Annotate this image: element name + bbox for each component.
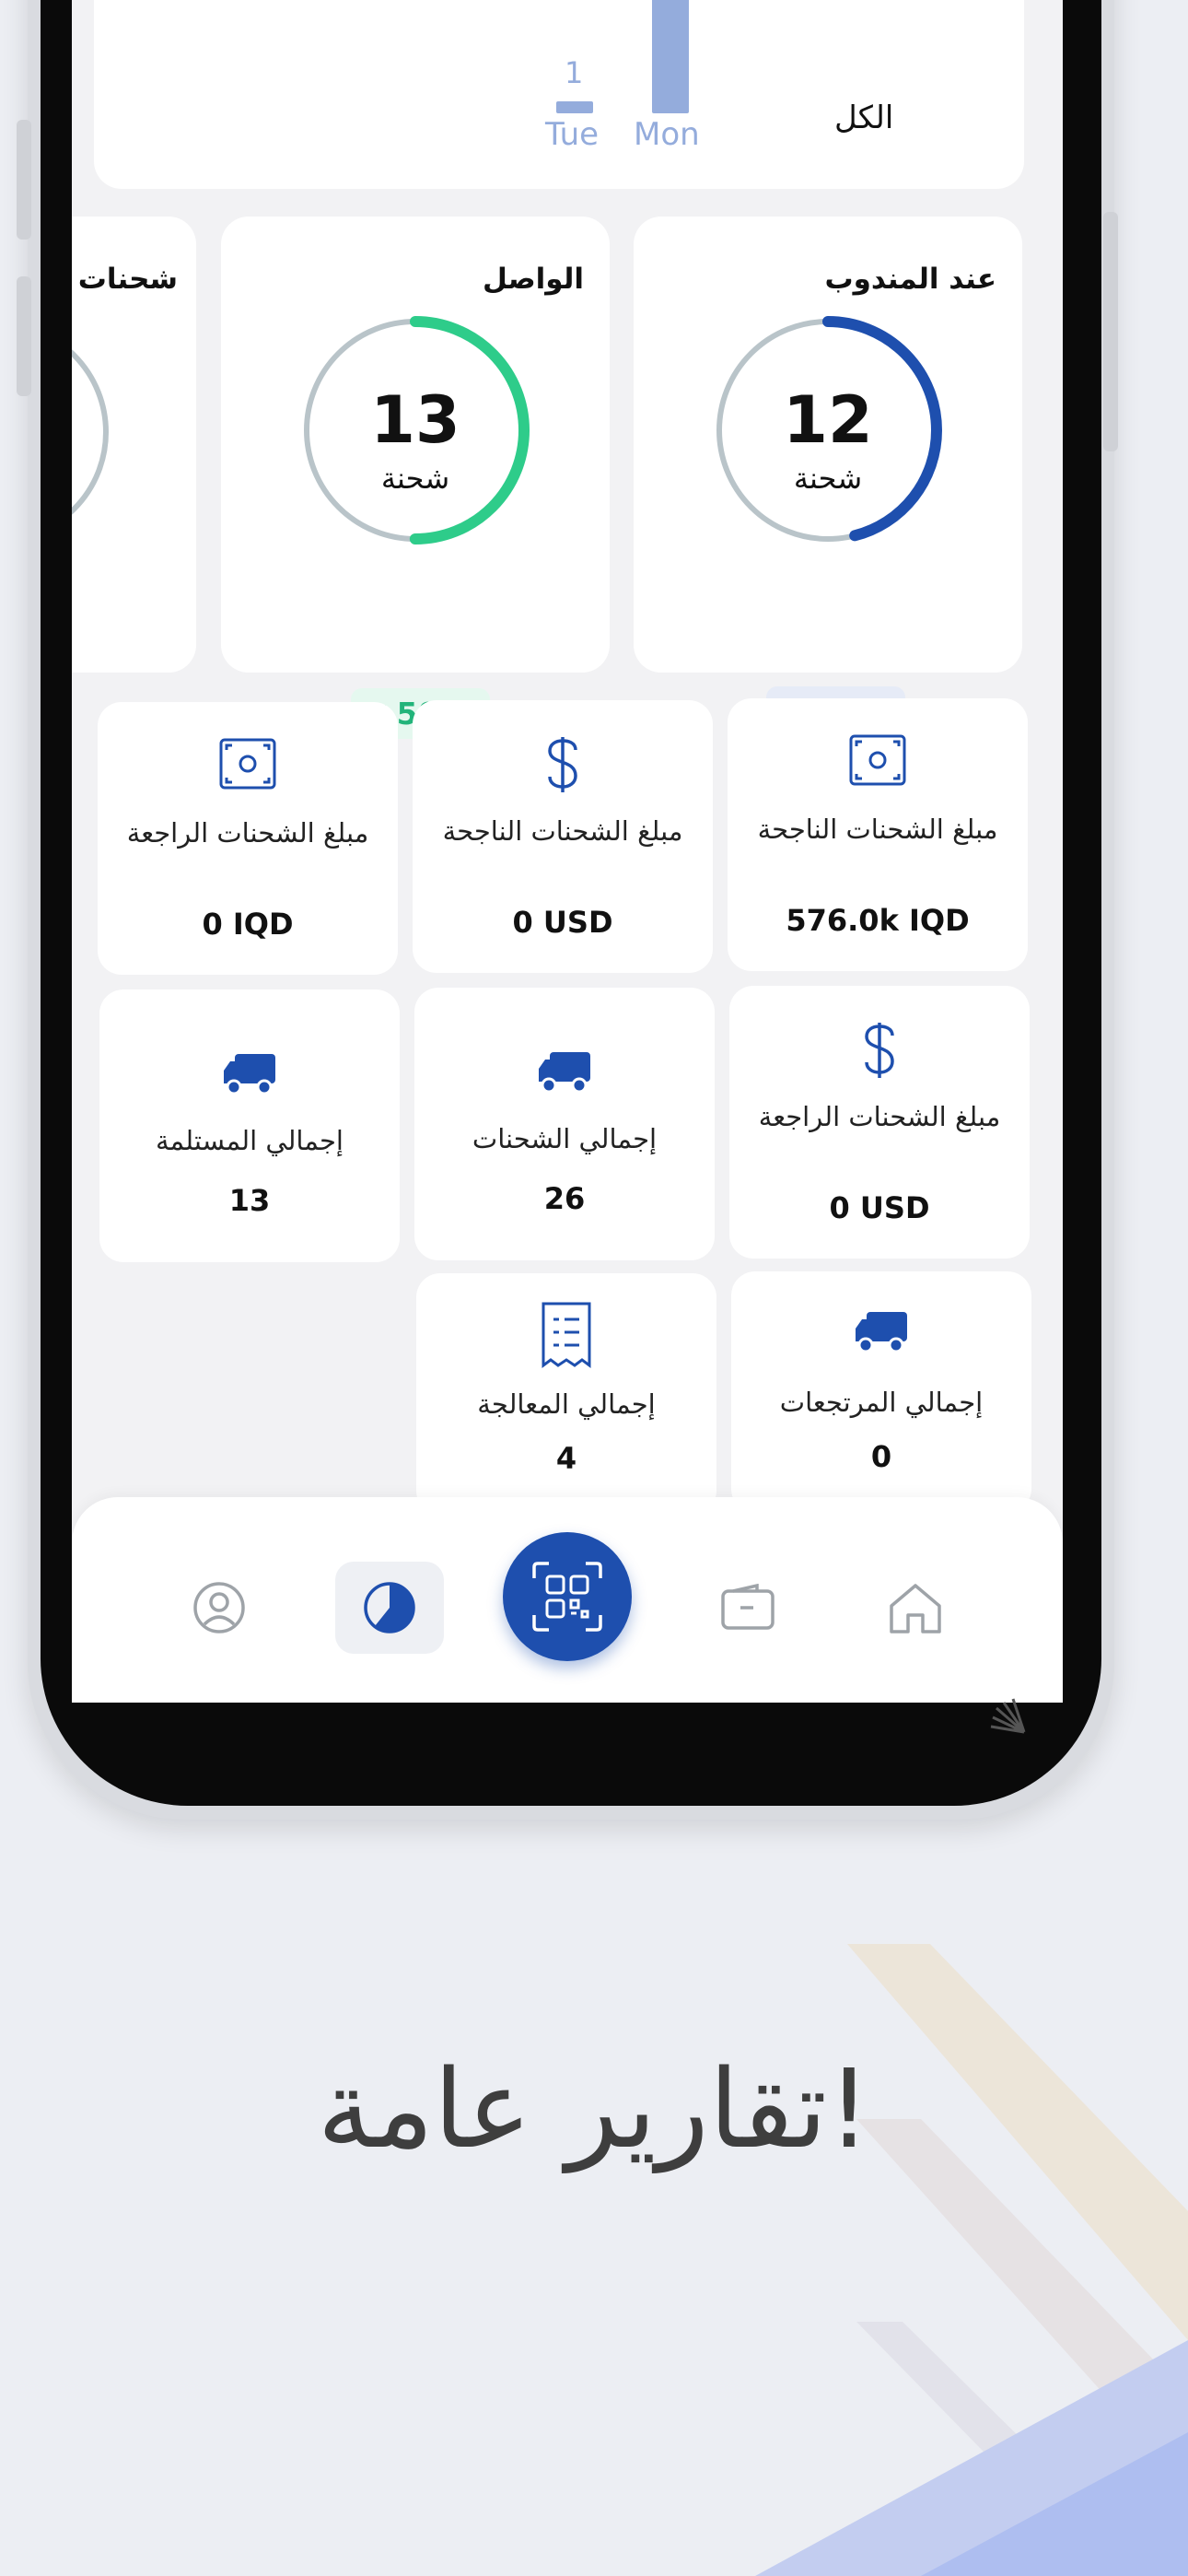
stat-value: 0 USD (512, 905, 613, 940)
truck-icon (414, 1050, 715, 1107)
stat-value: 13 (228, 1183, 271, 1218)
chart-filter-all[interactable]: الكل (834, 100, 893, 136)
stat-value: 0 (870, 1439, 892, 1474)
cash-icon (98, 737, 398, 794)
nav-wallet[interactable] (702, 1562, 794, 1654)
stat-card-total-returns[interactable]: إجمالي المرتجعات 0 (731, 1271, 1031, 1513)
wallet-icon (721, 1584, 775, 1630)
receipt-icon (416, 1301, 716, 1368)
chart-label-mon: Mon (634, 116, 700, 153)
progress-ring (72, 349, 109, 515)
chart-label-tue: Tue (545, 116, 600, 153)
stat-value: 576.0k IQD (786, 903, 970, 938)
phone-side-button (17, 276, 31, 396)
page-headline: تقارير عامة! (317, 2045, 871, 2172)
ring-unit: شحنة (793, 461, 863, 496)
ring-unit: شحنة (380, 461, 450, 496)
stat-value: 0 USD (829, 1190, 930, 1225)
signal-icon (990, 1698, 1026, 1734)
stat-value: 26 (543, 1181, 586, 1216)
stat-card-returned-iqd[interactable]: مبلغ الشحنات الراجعة 0 IQD (98, 702, 398, 975)
stat-label: مبلغ الشحنات الراجعة (758, 1101, 1001, 1132)
cash-icon (728, 733, 1028, 790)
stat-card-total-processing[interactable]: إجمالي المعالجة 4 (416, 1273, 716, 1515)
ring-card-with-courier[interactable]: عند المندوب 12 شحنة +46% (634, 217, 1022, 737)
stat-label: إجمالي المرتجعات (779, 1387, 984, 1418)
stat-card-total-shipments[interactable]: إجمالي الشحنات 26 (414, 988, 715, 1260)
stat-label: مبلغ الشحنات الراجعة (126, 817, 369, 849)
stat-card-total-received[interactable]: إجمالي المستلمة 13 (99, 989, 400, 1262)
stat-label: إجمالي المستلمة (155, 1125, 344, 1156)
nav-profile[interactable] (173, 1562, 265, 1654)
chart-bar-mon (652, 0, 689, 113)
truck-icon (99, 1052, 400, 1109)
ring-count: 13 (370, 382, 460, 458)
chart-bar-tue-value: 1 (565, 55, 584, 90)
dollar-icon (729, 1021, 1030, 1078)
daily-shipments-chart: 1 Tue Mon الكل (94, 0, 1024, 189)
chart-bar-tue (556, 101, 593, 113)
ring-title: الواصل (483, 263, 584, 296)
dollar-icon (413, 735, 713, 792)
stat-card-success-usd[interactable]: مبلغ الشحنات الناجحة 0 USD (413, 700, 713, 973)
bottom-nav (72, 1497, 1063, 1703)
nav-qr-scan-button[interactable] (503, 1532, 632, 1661)
nav-reports[interactable] (335, 1562, 444, 1654)
ring-card-partial[interactable]: شحنات ج (72, 217, 196, 673)
truck-icon (731, 1310, 1031, 1367)
app-screen: 1 Tue Mon الكل عند المندوب 12 شحنة +46% … (72, 0, 1063, 1703)
stat-value: 4 (555, 1441, 577, 1476)
phone-side-button (1103, 212, 1118, 451)
stat-label: إجمالي الشحنات (472, 1123, 658, 1154)
ring-title: شحنات ج (72, 263, 178, 296)
stat-label: إجمالي المعالجة (477, 1388, 656, 1420)
nav-home[interactable] (869, 1562, 961, 1654)
reports-pie-icon (364, 1582, 415, 1633)
ring-title: عند المندوب (824, 263, 996, 296)
stat-card-success-iqd[interactable]: مبلغ الشحنات الناجحة 576.0k IQD (728, 698, 1028, 971)
home-icon (890, 1584, 941, 1633)
stat-value: 0 IQD (202, 907, 294, 942)
phone-side-button (17, 120, 31, 240)
qr-scan-icon (532, 1562, 602, 1632)
stat-card-returned-usd[interactable]: مبلغ الشحنات الراجعة 0 USD (729, 986, 1030, 1259)
ring-card-delivered[interactable]: الواصل 13 شحنة +50% (221, 217, 610, 739)
profile-icon (193, 1582, 245, 1633)
stat-label: مبلغ الشحنات الناجحة (757, 814, 998, 845)
ring-count: 12 (783, 382, 873, 458)
stat-label: مبلغ الشحنات الناجحة (442, 815, 683, 847)
